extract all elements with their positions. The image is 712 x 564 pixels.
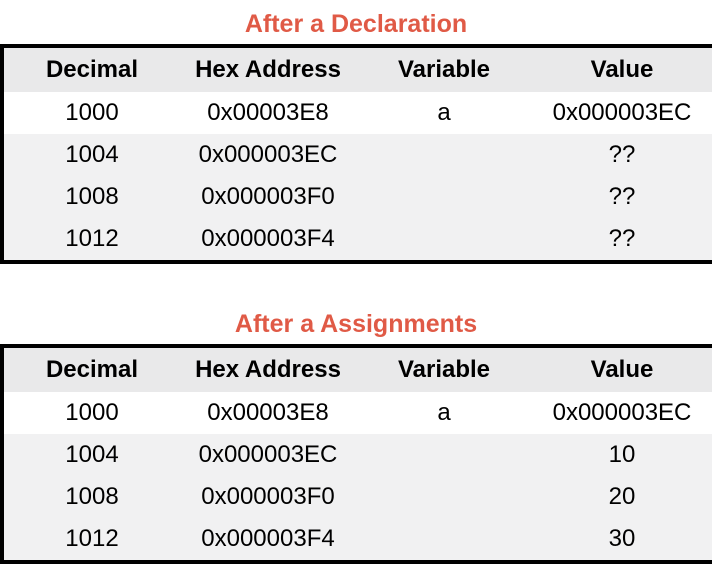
cell-hex-address: 0x000003F4 (180, 218, 356, 262)
cell-decimal: 1012 (2, 218, 180, 262)
header-row: Decimal Hex Address Variable Value (2, 46, 712, 92)
header-decimal: Decimal (2, 46, 180, 92)
cell-value: 0x000003EC (532, 392, 712, 434)
cell-variable (356, 218, 532, 262)
cell-variable (356, 518, 532, 562)
memory-table: Decimal Hex Address Variable Value 1000 … (0, 44, 712, 264)
table-row: 1004 0x000003EC 10 (2, 434, 712, 476)
assignments-section: After a Assignments Decimal Hex Address … (0, 300, 712, 564)
cell-hex-address: 0x00003E8 (180, 392, 356, 434)
table-title: After a Declaration (244, 10, 468, 38)
header-variable: Variable (356, 46, 532, 92)
cell-decimal: 1008 (2, 176, 180, 218)
table-row: 1000 0x00003E8 a 0x000003EC (2, 92, 712, 134)
cell-hex-address: 0x000003EC (180, 134, 356, 176)
cell-hex-address: 0x000003EC (180, 434, 356, 476)
cell-decimal: 1004 (2, 134, 180, 176)
cell-hex-address: 0x00003E8 (180, 92, 356, 134)
cell-variable (356, 176, 532, 218)
declaration-section: After a Declaration Decimal Hex Address … (0, 0, 712, 264)
cell-hex-address: 0x000003F0 (180, 476, 356, 518)
cell-variable (356, 434, 532, 476)
table-row: 1008 0x000003F0 ?? (2, 176, 712, 218)
memory-table: Decimal Hex Address Variable Value 1000 … (0, 344, 712, 564)
cell-value: 10 (532, 434, 712, 476)
table-row: 1008 0x000003F0 20 (2, 476, 712, 518)
cell-decimal: 1004 (2, 434, 180, 476)
header-variable: Variable (356, 346, 532, 392)
table-row: 1000 0x00003E8 a 0x000003EC (2, 392, 712, 434)
table-row: 1012 0x000003F4 30 (2, 518, 712, 562)
cell-variable (356, 134, 532, 176)
header-value: Value (532, 46, 712, 92)
header-hex-address: Hex Address (180, 346, 356, 392)
table-title: After a Assignments (234, 310, 478, 338)
cell-value: ?? (532, 218, 712, 262)
header-decimal: Decimal (2, 346, 180, 392)
cell-value: ?? (532, 134, 712, 176)
table-row: 1004 0x000003EC ?? (2, 134, 712, 176)
header-value: Value (532, 346, 712, 392)
cell-value: 20 (532, 476, 712, 518)
cell-variable: a (356, 392, 532, 434)
cell-decimal: 1000 (2, 92, 180, 134)
cell-decimal: 1012 (2, 518, 180, 562)
header-row: Decimal Hex Address Variable Value (2, 346, 712, 392)
cell-decimal: 1000 (2, 392, 180, 434)
cell-value: 0x000003EC (532, 92, 712, 134)
cell-decimal: 1008 (2, 476, 180, 518)
cell-value: ?? (532, 176, 712, 218)
table-row: 1012 0x000003F4 ?? (2, 218, 712, 262)
cell-value: 30 (532, 518, 712, 562)
cell-variable: a (356, 92, 532, 134)
cell-hex-address: 0x000003F0 (180, 176, 356, 218)
cell-hex-address: 0x000003F4 (180, 518, 356, 562)
cell-variable (356, 476, 532, 518)
header-hex-address: Hex Address (180, 46, 356, 92)
